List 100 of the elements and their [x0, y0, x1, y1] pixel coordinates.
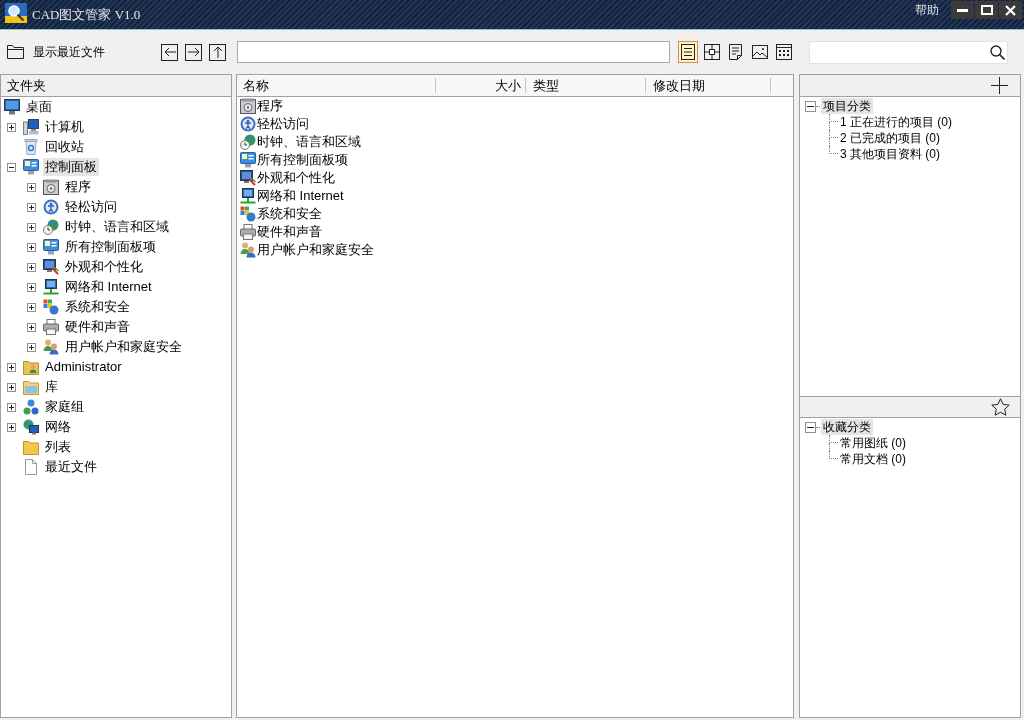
user-folder-icon: [23, 359, 39, 375]
maximize-icon: [980, 5, 993, 15]
minus-box-icon[interactable]: [7, 162, 16, 172]
minus-box-icon[interactable]: [805, 421, 816, 433]
folder-tree-item[interactable]: 轻松访问: [63, 198, 119, 216]
folder-tree-item[interactable]: 所有控制面板项: [63, 238, 158, 256]
category-tree-item[interactable]: 3 其他项目资料 (0): [839, 146, 941, 162]
search-field[interactable]: [809, 40, 1008, 64]
right-arrow-icon: [187, 47, 200, 57]
control-panel-icon: [23, 159, 39, 175]
folder-icon: [23, 439, 39, 455]
monitor-brush-icon: [43, 259, 59, 275]
plus-box-icon[interactable]: [27, 242, 36, 252]
column-header[interactable]: 名称: [237, 75, 435, 96]
plus-box-icon[interactable]: [27, 222, 36, 232]
list-view-icon: [681, 44, 695, 60]
view-mode-button[interactable]: [774, 41, 794, 63]
category-tree-item[interactable]: 项目分类: [821, 98, 873, 114]
folder-tree-item[interactable]: 用户帐户和家庭安全: [63, 338, 184, 356]
recent-files-button[interactable]: 显示最近文件: [7, 43, 105, 61]
category-tree-item[interactable]: 1 正在进行的项目 (0): [839, 114, 953, 130]
close-button[interactable]: [999, 1, 1022, 19]
category-tree-item[interactable]: 收藏分类: [821, 419, 873, 435]
view-mode-button[interactable]: [702, 41, 722, 63]
grid-view-icon: [704, 44, 720, 60]
folder-tree-item[interactable]: 最近文件: [43, 458, 99, 476]
left-arrow-icon: [163, 47, 176, 57]
disc-box-icon: [240, 98, 256, 114]
category-tree-item[interactable]: 2 已完成的项目 (0): [839, 130, 941, 146]
list-item[interactable]: 外观和个性化: [257, 169, 335, 187]
minimize-button[interactable]: [951, 1, 974, 19]
maximize-button[interactable]: [975, 1, 998, 19]
category-tree-item[interactable]: 常用图纸 (0): [839, 435, 907, 451]
users-icon: [240, 242, 256, 258]
folder-tree-item[interactable]: 回收站: [43, 138, 86, 156]
list-item[interactable]: 硬件和声音: [257, 223, 322, 241]
view-mode-button[interactable]: [678, 41, 698, 63]
star-icon: [991, 398, 1010, 416]
plus-box-icon[interactable]: [7, 362, 16, 372]
folder-tree-item[interactable]: 系统和安全: [63, 298, 132, 316]
folder-tree-item[interactable]: 列表: [43, 438, 73, 456]
accessibility-icon: [240, 116, 256, 132]
plus-box-icon[interactable]: [27, 302, 36, 312]
plus-box-icon[interactable]: [7, 402, 16, 412]
search-icon[interactable]: [990, 44, 1005, 60]
category-tree-item[interactable]: 常用文档 (0): [839, 451, 907, 467]
plus-box-icon[interactable]: [27, 262, 36, 272]
forward-button[interactable]: [185, 43, 202, 61]
column-header[interactable]: 类型: [526, 75, 645, 96]
minus-box-icon[interactable]: [805, 100, 816, 112]
back-button[interactable]: [161, 43, 178, 61]
folder-tree-item[interactable]: 时钟、语言和区域: [63, 218, 171, 236]
column-header[interactable]: 修改日期: [646, 75, 770, 96]
list-item[interactable]: 用户帐户和家庭安全: [257, 241, 374, 259]
up-arrow-icon: [212, 46, 223, 58]
document-icon: [23, 459, 39, 475]
image-icon: [752, 45, 768, 59]
column-header[interactable]: 大小: [436, 75, 525, 96]
folder-tree-item[interactable]: 程序: [63, 178, 93, 196]
note-icon: [729, 44, 743, 60]
plus-box-icon[interactable]: [27, 202, 36, 212]
security-icon: [240, 206, 256, 222]
plus-box-icon[interactable]: [7, 422, 16, 432]
plus-box-icon[interactable]: [27, 282, 36, 292]
disc-box-icon: [43, 179, 59, 195]
panel-title: 文件夹: [7, 76, 46, 95]
plus-box-icon[interactable]: [27, 322, 36, 332]
printer-icon: [240, 224, 256, 240]
list-item[interactable]: 所有控制面板项: [257, 151, 348, 169]
folder-tree-item[interactable]: 库: [43, 378, 60, 396]
folder-tree-item[interactable]: 网络: [43, 418, 73, 436]
plus-box-icon[interactable]: [27, 182, 36, 192]
close-icon: [1005, 4, 1016, 16]
plus-box-icon[interactable]: [7, 122, 16, 132]
network-monitor-icon: [240, 188, 256, 204]
plus-box-icon[interactable]: [27, 342, 36, 352]
help-menu[interactable]: 帮助: [915, 2, 939, 18]
up-button[interactable]: [209, 43, 226, 61]
favorite-button[interactable]: [991, 398, 1010, 416]
plus-icon: [991, 77, 1008, 94]
list-item[interactable]: 程序: [257, 97, 283, 115]
folder-tree-item[interactable]: 家庭组: [43, 398, 86, 416]
folder-tree-item[interactable]: 网络和 Internet: [63, 278, 154, 296]
folder-tree-item[interactable]: 硬件和声音: [63, 318, 132, 336]
dots-grid-icon: [776, 44, 792, 60]
folder-tree-item[interactable]: 桌面: [24, 98, 54, 116]
add-button[interactable]: [991, 77, 1008, 94]
folder-tree-item[interactable]: 计算机: [43, 118, 86, 136]
list-item[interactable]: 轻松访问: [257, 115, 309, 133]
address-field[interactable]: [237, 41, 670, 63]
list-item[interactable]: 网络和 Internet: [257, 187, 344, 205]
list-item[interactable]: 系统和安全: [257, 205, 322, 223]
folder-tree-item[interactable]: 控制面板: [43, 158, 99, 176]
globe-clock-icon: [240, 134, 256, 150]
folder-tree-item[interactable]: Administrator: [43, 358, 124, 376]
network-globe-icon: [23, 419, 39, 435]
folder-tree-item[interactable]: 外观和个性化: [63, 258, 145, 276]
app-logo-icon: [5, 3, 27, 23]
list-item[interactable]: 时钟、语言和区域: [257, 133, 361, 151]
plus-box-icon[interactable]: [7, 382, 16, 392]
